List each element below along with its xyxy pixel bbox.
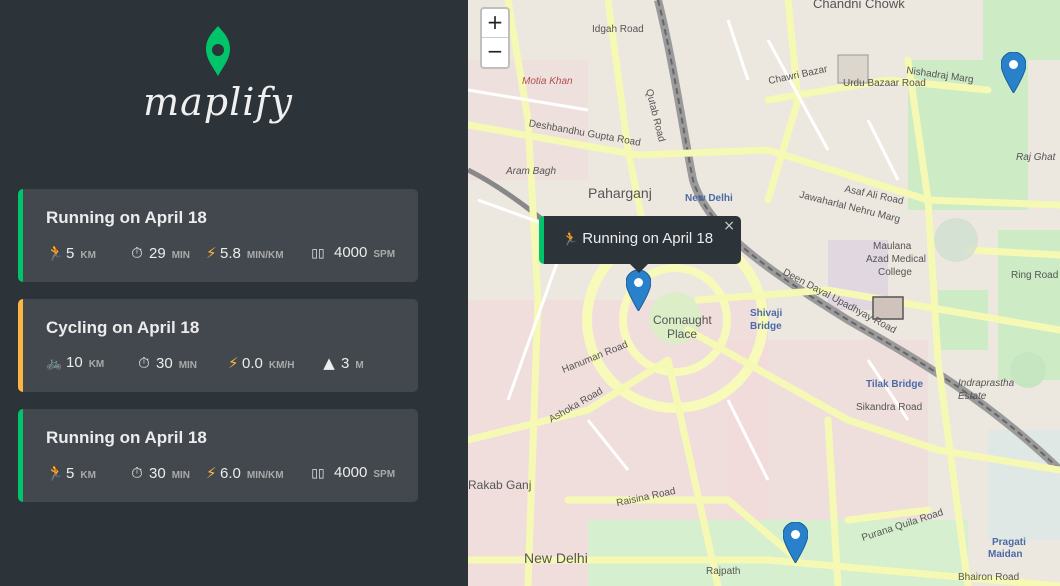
map-label: New Delhi — [524, 550, 588, 566]
workout-item[interactable]: Cycling on April 18 🚲 10 km ⏱ 30 min ⚡ 0… — [18, 299, 418, 392]
workout-title: Cycling on April 18 — [46, 318, 200, 337]
workout-cadence: ▯▯ 4000 spm — [306, 244, 395, 261]
popup-label: Running on April 18 — [582, 230, 714, 247]
map-marker-icon[interactable] — [626, 270, 651, 311]
map-label: Shivaji — [750, 308, 783, 319]
workout-speed: ⚡ 0.0 km/h — [228, 354, 295, 372]
map-view[interactable]: Chandni Chowk Paharganj New Delhi Connau… — [468, 0, 1060, 586]
map-label: New Delhi — [685, 193, 733, 204]
workout-distance: 🏃 5 km — [46, 464, 96, 482]
workout-title: Running on April 18 — [46, 428, 207, 447]
footprints-icon: ▯▯ — [311, 466, 325, 480]
zoom-out-button[interactable]: − — [482, 38, 508, 67]
map-label: Bhairon Road — [958, 572, 1020, 583]
sidebar: maplify Running on April 18 🏃 5 km ⏱ 29 … — [0, 0, 468, 586]
map-label: Urdu Bazaar Road — [843, 78, 926, 89]
workout-popup: 🏃 Running on April 18 × — [539, 216, 741, 264]
workout-item[interactable]: Running on April 18 🏃 5 km ⏱ 29 min ⚡ 5.… — [18, 189, 418, 282]
map-label: College — [878, 267, 912, 278]
map-pin-icon — [206, 26, 230, 76]
workout-item[interactable]: Running on April 18 🏃 5 km ⏱ 30 min ⚡ 6.… — [18, 409, 418, 502]
lightning-icon: ⚡ — [228, 354, 239, 372]
lightning-icon: ⚡ — [206, 464, 217, 482]
popup-tip — [630, 264, 648, 273]
workout-title: Running on April 18 — [46, 208, 207, 227]
close-icon[interactable]: × — [723, 218, 735, 234]
map-label: Estate — [958, 391, 987, 402]
map-label: Place — [667, 327, 698, 341]
stopwatch-icon: ⏱ — [131, 244, 143, 262]
map-label: Connaught — [653, 313, 712, 327]
stopwatch-icon: ⏱ — [131, 464, 143, 482]
popup-text: 🏃 Running on April 18 — [562, 230, 713, 247]
footprints-icon: ▯▯ — [311, 246, 325, 260]
map-label: Sikandra Road — [856, 402, 923, 413]
map-marker-icon[interactable] — [783, 522, 808, 563]
workout-pace: ⚡ 6.0 min/km — [206, 464, 284, 482]
stopwatch-icon: ⏱ — [138, 354, 150, 372]
map-tiles[interactable] — [468, 0, 1060, 586]
workout-duration: ⏱ 29 min — [129, 244, 190, 262]
map-label: Tilak Bridge — [866, 379, 924, 390]
app-name: maplify — [143, 80, 293, 124]
workout-pace: ⚡ 5.8 min/km — [206, 244, 284, 262]
app-logo: maplify — [0, 24, 436, 124]
runner-icon: 🏃 — [562, 231, 579, 246]
workout-distance: 🚲 10 km — [46, 354, 105, 371]
map-label: Paharganj — [588, 185, 652, 201]
map-label: Motia Khan — [522, 76, 573, 87]
runner-icon: 🏃 — [46, 464, 65, 482]
map-label: Rajpath — [706, 566, 741, 577]
bicycle-icon: 🚲 — [46, 356, 63, 371]
map-label: Idgah Road — [592, 24, 644, 35]
map-label: Maidan — [988, 549, 1023, 560]
map-label: Chandni Chowk — [813, 0, 905, 11]
workout-duration: ⏱ 30 min — [129, 464, 190, 482]
map-marker-icon[interactable] — [1001, 52, 1026, 93]
map-label: Pragati — [992, 537, 1026, 548]
zoom-in-button[interactable]: + — [482, 9, 508, 38]
zoom-control: + − — [480, 7, 510, 69]
workout-duration: ⏱ 30 min — [136, 354, 197, 372]
workout-distance: 🏃 5 km — [46, 244, 96, 262]
map-label: Indraprastha — [958, 378, 1015, 389]
map-label: Bridge — [750, 321, 782, 332]
workout-cadence: ▯▯ 4000 spm — [306, 464, 395, 481]
workout-list: Running on April 18 🏃 5 km ⏱ 29 min ⚡ 5.… — [18, 189, 418, 519]
workout-elevation: ▲ 3 m — [321, 354, 363, 372]
map-label: Raj Ghat — [1016, 152, 1056, 163]
mountain-icon: ▲ — [323, 354, 335, 372]
map-label: Aram Bagh — [506, 166, 557, 177]
runner-icon: 🏃 — [46, 244, 65, 262]
map-label: Azad Medical — [866, 254, 927, 265]
lightning-icon: ⚡ — [206, 244, 217, 262]
map-label: Rakab Ganj — [468, 478, 532, 492]
map-label: Ring Road — [1011, 270, 1059, 281]
map-label: Maulana — [873, 241, 912, 252]
